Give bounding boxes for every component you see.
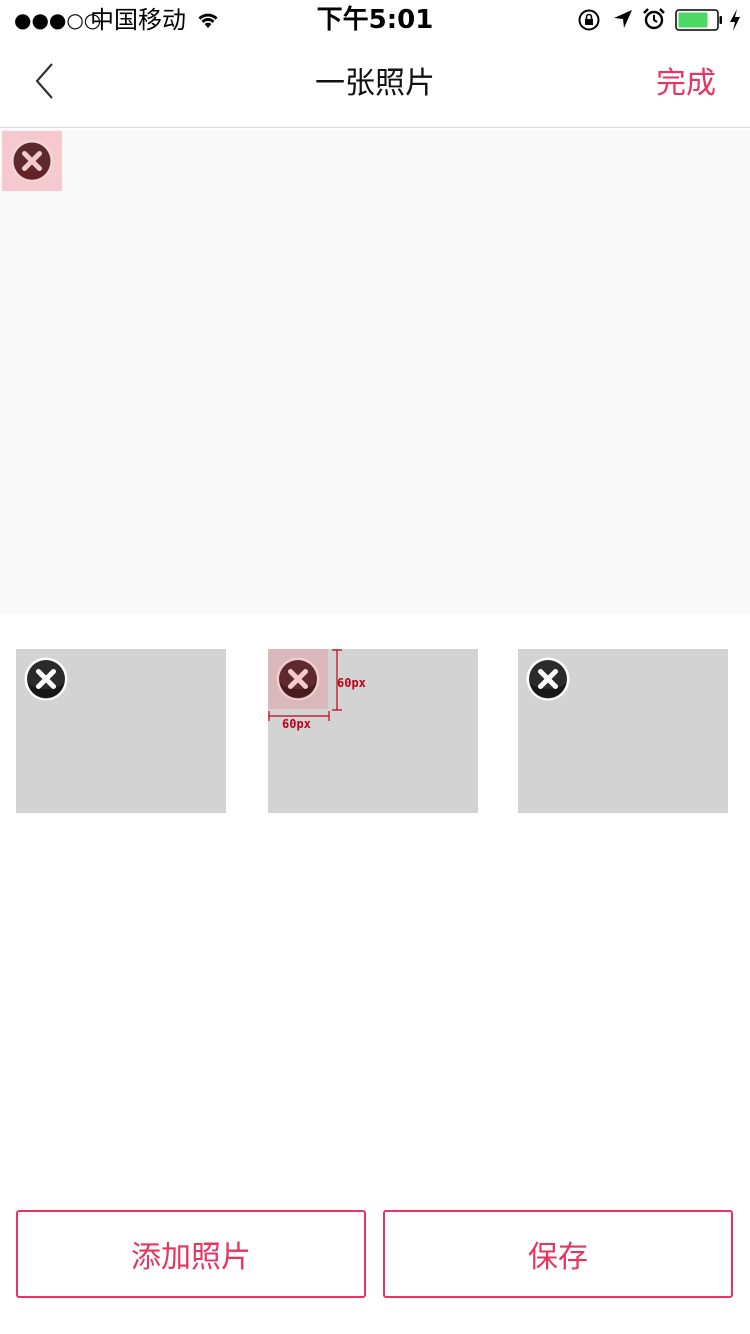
location-icon [614, 10, 632, 28]
preview-delete-button[interactable] [2, 131, 62, 191]
close-icon [276, 657, 320, 701]
charging-icon [730, 9, 740, 31]
photo-thumbnail[interactable] [518, 649, 728, 813]
photo-thumbnail[interactable] [16, 649, 226, 813]
photo-preview [0, 129, 750, 614]
navigation-bar: 一张照片 完成 [0, 40, 750, 128]
battery-icon [675, 9, 722, 31]
save-button[interactable]: 保存 [383, 1210, 733, 1298]
thumbnail-delete-button[interactable] [268, 649, 328, 709]
add-photo-button[interactable]: 添加照片 [16, 1210, 366, 1298]
width-dimension-label: 60px [282, 717, 311, 731]
height-dimension-label: 60px [337, 676, 366, 690]
page-title: 一张照片 [315, 66, 435, 101]
alarm-icon [643, 8, 665, 30]
rotation-lock-icon [578, 9, 600, 31]
close-icon [526, 657, 570, 701]
thumbnail-delete-button[interactable] [518, 649, 578, 709]
thumbnail-delete-button[interactable] [16, 649, 76, 709]
close-icon [24, 657, 68, 701]
photo-thumbnail[interactable]: 60px 60px [268, 649, 478, 813]
status-bar: ●●●○○ 中国移动 下午5:01 [0, 0, 750, 40]
close-icon [11, 140, 53, 182]
done-button[interactable]: 完成 [656, 66, 716, 102]
clock: 下午5:01 [316, 5, 434, 35]
